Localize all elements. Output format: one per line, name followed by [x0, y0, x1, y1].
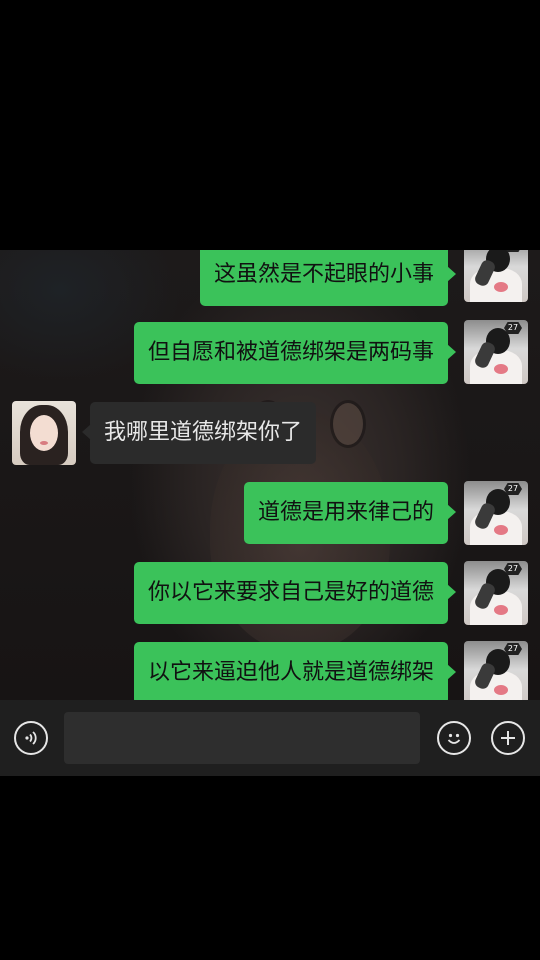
- plus-circle-icon: [501, 731, 515, 745]
- message-text: 以它来逼迫他人就是道德绑架: [147, 660, 434, 685]
- avatar-face: [30, 415, 58, 451]
- more-options-button[interactable]: [491, 721, 525, 755]
- message-text: 我哪里道德绑架你了: [104, 420, 303, 445]
- avatar-badge: 27: [504, 322, 522, 334]
- message-row-outgoing: 这虽然是不起眼的小事: [199, 250, 457, 306]
- smiley-icon: [447, 733, 461, 744]
- contact-avatar[interactable]: [12, 401, 76, 465]
- message-bubble-incoming[interactable]: 我哪里道德绑架你了: [81, 402, 317, 464]
- avatar-badge: 27: [504, 563, 522, 575]
- message-text: 这虽然是不起眼的小事: [213, 262, 434, 287]
- message-text-input[interactable]: [64, 712, 420, 764]
- message-row-incoming: 我哪里道德绑架你了: [81, 402, 317, 464]
- avatar-mark: [494, 282, 508, 292]
- avatar-badge: 27: [504, 643, 522, 655]
- message-bubble-outgoing[interactable]: 以它来逼迫他人就是道德绑架: [133, 642, 457, 700]
- avatar-mark: [494, 364, 508, 374]
- my-avatar[interactable]: 27: [464, 320, 528, 384]
- avatar-mark: [494, 685, 508, 695]
- my-avatar[interactable]: 27: [464, 250, 528, 302]
- avatar-mark: [494, 525, 508, 535]
- phone-screen: 这虽然是不起眼的小事 27 但自愿和被道德绑架是两码事 27: [0, 0, 540, 960]
- wallpaper-eye-right: [330, 400, 366, 448]
- chat-message-list[interactable]: 这虽然是不起眼的小事 27 但自愿和被道德绑架是两码事 27: [0, 250, 540, 700]
- voice-input-button[interactable]: [14, 721, 48, 755]
- message-bubble-outgoing[interactable]: 你以它来要求自己是好的道德: [133, 562, 457, 624]
- message-bubble-outgoing[interactable]: 道德是用来律己的: [243, 482, 457, 544]
- my-avatar[interactable]: 27: [464, 641, 528, 700]
- voice-wave-icon: [25, 731, 37, 745]
- message-bubble-outgoing[interactable]: 这虽然是不起眼的小事: [199, 250, 457, 306]
- my-avatar[interactable]: 27: [464, 561, 528, 625]
- avatar-lips: [40, 441, 48, 445]
- my-avatar[interactable]: 27: [464, 481, 528, 545]
- message-text: 但自愿和被道德绑架是两码事: [147, 340, 434, 365]
- chat-input-bar: [0, 700, 540, 776]
- message-row-outgoing: 道德是用来律己的: [243, 482, 457, 544]
- emoji-button[interactable]: [437, 721, 471, 755]
- message-text: 你以它来要求自己是好的道德: [147, 580, 434, 605]
- message-row-outgoing: 但自愿和被道德绑架是两码事: [133, 322, 457, 384]
- message-bubble-outgoing[interactable]: 但自愿和被道德绑架是两码事: [133, 322, 457, 384]
- message-text: 道德是用来律己的: [257, 500, 434, 525]
- avatar-mark: [494, 605, 508, 615]
- message-row-outgoing: 你以它来要求自己是好的道德: [133, 562, 457, 624]
- message-row-outgoing: 以它来逼迫他人就是道德绑架: [133, 642, 457, 700]
- avatar-badge: 27: [504, 483, 522, 495]
